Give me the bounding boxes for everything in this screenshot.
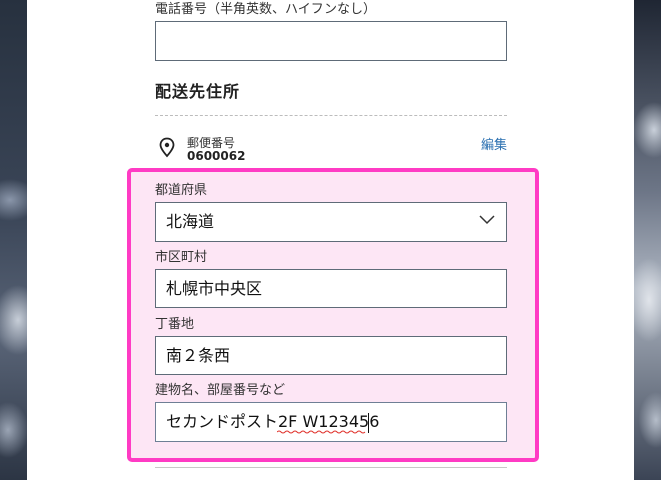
background-photo-left <box>0 0 27 480</box>
city-input[interactable]: 札幌市中央区 <box>155 269 507 308</box>
edit-address-link[interactable]: 編集 <box>481 134 507 153</box>
building-input[interactable]: セカンドポスト2F W123456 <box>155 402 507 442</box>
chevron-down-icon[interactable] <box>479 215 495 225</box>
page: 電話番号（半角英数、ハイフンなし） 配送先住所 郵便番号 0600062 編集 … <box>0 0 661 480</box>
shipping-section-title: 配送先住所 <box>155 82 241 101</box>
prefecture-select[interactable]: 北海道 <box>155 202 507 242</box>
street-label: 丁番地 <box>155 317 195 332</box>
phone-input[interactable] <box>155 21 507 61</box>
background-photo-right <box>634 0 661 480</box>
section-divider-bottom <box>155 467 507 468</box>
building-label: 建物名、部屋番号など <box>155 383 286 398</box>
city-label: 市区町村 <box>155 250 208 265</box>
street-input[interactable]: 南２条西 <box>155 336 507 375</box>
text-cursor <box>368 413 369 433</box>
phone-label: 電話番号（半角英数、ハイフンなし） <box>155 2 377 17</box>
section-divider <box>155 115 507 116</box>
postal-code-value: 0600062 <box>187 149 246 163</box>
prefecture-label: 都道府県 <box>155 183 208 198</box>
location-pin-icon <box>159 137 175 158</box>
spellcheck-underline <box>277 430 366 434</box>
